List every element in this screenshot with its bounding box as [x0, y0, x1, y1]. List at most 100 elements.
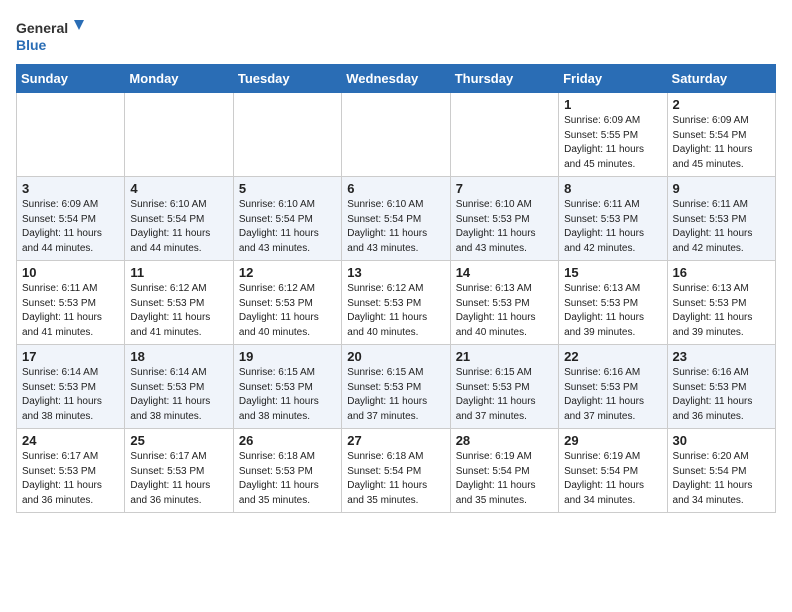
day-number: 5 — [239, 181, 336, 196]
calendar-cell: 20 Sunrise: 6:15 AMSunset: 5:53 PMDayligh… — [342, 345, 450, 429]
day-info: Sunrise: 6:15 AMSunset: 5:53 PMDaylight:… — [347, 366, 444, 424]
calendar-cell: 25 Sunrise: 6:17 AMSunset: 5:53 PMDayligh… — [125, 429, 233, 513]
day-info: Sunrise: 6:13 AMSunset: 5:53 PMDaylight:… — [564, 282, 661, 340]
day-number: 14 — [456, 265, 553, 280]
day-number: 7 — [456, 181, 553, 196]
day-number: 25 — [130, 433, 227, 448]
day-number: 9 — [673, 181, 770, 196]
day-info: Sunrise: 6:11 AMSunset: 5:53 PMDaylight:… — [22, 282, 119, 340]
calendar-cell: 29 Sunrise: 6:19 AMSunset: 5:54 PMDayligh… — [559, 429, 667, 513]
day-number: 2 — [673, 97, 770, 112]
calendar-cell: 14 Sunrise: 6:13 AMSunset: 5:53 PMDayligh… — [450, 261, 558, 345]
calendar-cell: 2 Sunrise: 6:09 AMSunset: 5:54 PMDaylight… — [667, 93, 775, 177]
calendar-cell: 10 Sunrise: 6:11 AMSunset: 5:53 PMDayligh… — [17, 261, 125, 345]
day-info: Sunrise: 6:14 AMSunset: 5:53 PMDaylight:… — [130, 366, 227, 424]
calendar-week-1: 1Sunrise: 6:09 AMSunset: 5:55 PMDaylight… — [17, 93, 776, 177]
calendar-cell: 5 Sunrise: 6:10 AMSunset: 5:54 PMDaylight… — [233, 177, 341, 261]
calendar-cell: 8 Sunrise: 6:11 AMSunset: 5:53 PMDaylight… — [559, 177, 667, 261]
day-number: 6 — [347, 181, 444, 196]
calendar-cell — [450, 93, 558, 177]
calendar-cell — [342, 93, 450, 177]
day-info: Sunrise: 6:14 AMSunset: 5:53 PMDaylight:… — [22, 366, 119, 424]
day-number: 30 — [673, 433, 770, 448]
day-info: Sunrise: 6:09 AMSunset: 5:54 PMDaylight:… — [673, 114, 770, 172]
calendar-cell: 17Sunrise: 6:14 AMSunset: 5:53 PMDayligh… — [17, 345, 125, 429]
day-info: Sunrise: 6:09 AMSunset: 5:55 PMDaylight:… — [564, 114, 661, 172]
calendar-cell: 18 Sunrise: 6:14 AMSunset: 5:53 PMDayligh… — [125, 345, 233, 429]
day-info: Sunrise: 6:11 AMSunset: 5:53 PMDaylight:… — [564, 198, 661, 256]
logo: General Blue — [16, 16, 86, 56]
calendar-cell: 30Sunrise: 6:20 AMSunset: 5:54 PMDayligh… — [667, 429, 775, 513]
svg-text:Blue: Blue — [16, 37, 47, 53]
day-header-thursday: Thursday — [450, 65, 558, 93]
day-header-sunday: Sunday — [17, 65, 125, 93]
logo-svg: General Blue — [16, 16, 86, 56]
calendar-cell — [125, 93, 233, 177]
day-number: 10 — [22, 265, 119, 280]
day-number: 18 — [130, 349, 227, 364]
calendar-cell: 7 Sunrise: 6:10 AMSunset: 5:53 PMDaylight… — [450, 177, 558, 261]
day-info: Sunrise: 6:10 AMSunset: 5:54 PMDaylight:… — [130, 198, 227, 256]
calendar-cell: 13 Sunrise: 6:12 AMSunset: 5:53 PMDayligh… — [342, 261, 450, 345]
day-number: 4 — [130, 181, 227, 196]
page-header: General Blue — [16, 16, 776, 56]
calendar-table: SundayMondayTuesdayWednesdayThursdayFrid… — [16, 64, 776, 513]
day-info: Sunrise: 6:11 AMSunset: 5:53 PMDaylight:… — [673, 198, 770, 256]
day-info: Sunrise: 6:10 AMSunset: 5:54 PMDaylight:… — [239, 198, 336, 256]
calendar-cell: 26 Sunrise: 6:18 AMSunset: 5:53 PMDayligh… — [233, 429, 341, 513]
day-info: Sunrise: 6:18 AMSunset: 5:53 PMDaylight:… — [239, 450, 336, 508]
calendar-week-4: 17Sunrise: 6:14 AMSunset: 5:53 PMDayligh… — [17, 345, 776, 429]
day-number: 8 — [564, 181, 661, 196]
day-info: Sunrise: 6:15 AMSunset: 5:53 PMDaylight:… — [239, 366, 336, 424]
day-number: 21 — [456, 349, 553, 364]
calendar-week-2: 3Sunrise: 6:09 AMSunset: 5:54 PMDaylight… — [17, 177, 776, 261]
day-number: 19 — [239, 349, 336, 364]
calendar-cell: 28Sunrise: 6:19 AMSunset: 5:54 PMDayligh… — [450, 429, 558, 513]
day-header-friday: Friday — [559, 65, 667, 93]
calendar-cell: 3Sunrise: 6:09 AMSunset: 5:54 PMDaylight… — [17, 177, 125, 261]
calendar-cell: 21 Sunrise: 6:15 AMSunset: 5:53 PMDayligh… — [450, 345, 558, 429]
calendar-header-row: SundayMondayTuesdayWednesdayThursdayFrid… — [17, 65, 776, 93]
day-number: 11 — [130, 265, 227, 280]
calendar-cell: 16 Sunrise: 6:13 AMSunset: 5:53 PMDayligh… — [667, 261, 775, 345]
calendar-cell: 6 Sunrise: 6:10 AMSunset: 5:54 PMDaylight… — [342, 177, 450, 261]
calendar-cell: 9 Sunrise: 6:11 AMSunset: 5:53 PMDaylight… — [667, 177, 775, 261]
day-number: 15 — [564, 265, 661, 280]
calendar-cell: 11Sunrise: 6:12 AMSunset: 5:53 PMDayligh… — [125, 261, 233, 345]
day-header-monday: Monday — [125, 65, 233, 93]
day-info: Sunrise: 6:13 AMSunset: 5:53 PMDaylight:… — [673, 282, 770, 340]
day-info: Sunrise: 6:19 AMSunset: 5:54 PMDaylight:… — [564, 450, 661, 508]
day-info: Sunrise: 6:16 AMSunset: 5:53 PMDaylight:… — [564, 366, 661, 424]
day-number: 29 — [564, 433, 661, 448]
day-info: Sunrise: 6:17 AMSunset: 5:53 PMDaylight:… — [22, 450, 119, 508]
day-info: Sunrise: 6:10 AMSunset: 5:53 PMDaylight:… — [456, 198, 553, 256]
day-header-wednesday: Wednesday — [342, 65, 450, 93]
day-number: 28 — [456, 433, 553, 448]
day-number: 26 — [239, 433, 336, 448]
calendar-cell — [233, 93, 341, 177]
calendar-cell: 24 Sunrise: 6:17 AMSunset: 5:53 PMDayligh… — [17, 429, 125, 513]
calendar-cell: 12 Sunrise: 6:12 AMSunset: 5:53 PMDayligh… — [233, 261, 341, 345]
day-info: Sunrise: 6:09 AMSunset: 5:54 PMDaylight:… — [22, 198, 119, 256]
day-number: 22 — [564, 349, 661, 364]
day-number: 16 — [673, 265, 770, 280]
calendar-cell: 27 Sunrise: 6:18 AMSunset: 5:54 PMDayligh… — [342, 429, 450, 513]
day-number: 24 — [22, 433, 119, 448]
day-number: 20 — [347, 349, 444, 364]
calendar-cell: 19 Sunrise: 6:15 AMSunset: 5:53 PMDayligh… — [233, 345, 341, 429]
day-number: 27 — [347, 433, 444, 448]
day-info: Sunrise: 6:10 AMSunset: 5:54 PMDaylight:… — [347, 198, 444, 256]
day-number: 23 — [673, 349, 770, 364]
day-info: Sunrise: 6:15 AMSunset: 5:53 PMDaylight:… — [456, 366, 553, 424]
calendar-cell: 15 Sunrise: 6:13 AMSunset: 5:53 PMDayligh… — [559, 261, 667, 345]
calendar-cell — [17, 93, 125, 177]
day-number: 13 — [347, 265, 444, 280]
day-info: Sunrise: 6:18 AMSunset: 5:54 PMDaylight:… — [347, 450, 444, 508]
day-info: Sunrise: 6:17 AMSunset: 5:53 PMDaylight:… — [130, 450, 227, 508]
day-info: Sunrise: 6:13 AMSunset: 5:53 PMDaylight:… — [456, 282, 553, 340]
day-info: Sunrise: 6:12 AMSunset: 5:53 PMDaylight:… — [347, 282, 444, 340]
day-info: Sunrise: 6:16 AMSunset: 5:53 PMDaylight:… — [673, 366, 770, 424]
day-number: 12 — [239, 265, 336, 280]
day-info: Sunrise: 6:12 AMSunset: 5:53 PMDaylight:… — [239, 282, 336, 340]
calendar-cell: 1Sunrise: 6:09 AMSunset: 5:55 PMDaylight… — [559, 93, 667, 177]
